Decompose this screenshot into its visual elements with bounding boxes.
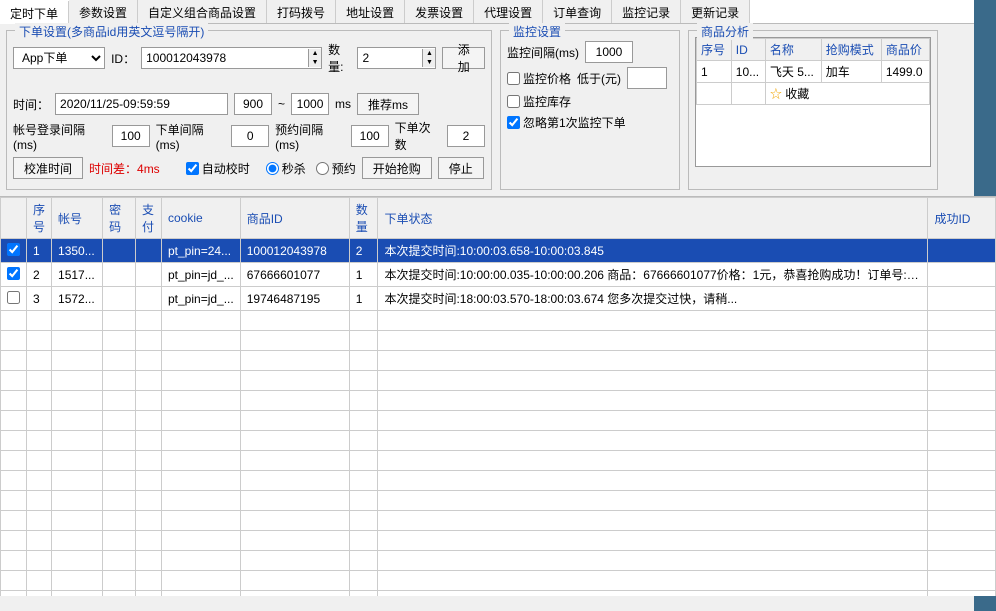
table-row-empty [1,551,996,571]
order-interval-label: 下单间隔(ms) [156,121,226,152]
grid-col-5[interactable]: cookie [162,198,241,239]
stop-button[interactable]: 停止 [438,157,484,179]
tab-7[interactable]: 订单查询 [543,0,612,23]
qty-down[interactable]: ▼ [423,58,435,67]
parser-fav-row[interactable]: ☆ 收藏 [697,83,930,105]
seckill-radio[interactable] [266,162,279,175]
table-row-empty [1,571,996,591]
suggest-ms-button[interactable]: 推荐ms [357,93,419,115]
calibrate-button[interactable]: 校准时间 [13,157,83,179]
order-interval-input[interactable] [231,125,269,147]
tab-8[interactable]: 监控记录 [612,0,681,23]
id-label: ID： [111,50,135,67]
time-input[interactable] [55,93,228,115]
grid-col-1[interactable]: 序号 [27,198,52,239]
tab-4[interactable]: 地址设置 [336,0,405,23]
row-checkbox[interactable] [7,291,20,304]
grid-col-3[interactable]: 密码 [103,198,136,239]
login-interval-input[interactable] [112,125,150,147]
ms2-input[interactable] [291,93,329,115]
grid-col-8[interactable]: 下单状态 [378,198,928,239]
tab-5[interactable]: 发票设置 [405,0,474,23]
order-count-input[interactable] [447,125,485,147]
grid-col-9[interactable]: 成功ID [928,198,996,239]
ignore-first-checkbox[interactable] [507,116,520,129]
table-row[interactable]: 21517...pt_pin=jd_...676666010771本次提交时间:… [1,263,996,287]
parser-row[interactable]: 1 10... 飞天 5... 加车 1499.0 [697,61,930,83]
id-input[interactable] [142,49,308,67]
grid-col-7[interactable]: 数量 [349,198,378,239]
main-grid: 序号帐号密码支付cookie商品ID数量下单状态成功ID 11350...pt_… [0,196,996,596]
table-row-empty [1,531,996,551]
table-row-empty [1,511,996,531]
row-checkbox[interactable] [7,243,20,256]
table-row[interactable]: 11350...pt_pin=24...1000120439782本次提交时间:… [1,239,996,263]
grid-col-2[interactable]: 帐号 [52,198,103,239]
table-row-empty [1,391,996,411]
timediff-label: 时间差：4ms [89,160,160,177]
qty-up[interactable]: ▲ [423,49,435,58]
grid-col-0[interactable] [1,198,27,239]
table-row-empty [1,311,996,331]
table-row-empty [1,351,996,371]
table-row-empty [1,451,996,471]
parser-panel-title: 商品分析 [697,23,753,40]
monitor-stock-checkbox[interactable] [507,95,520,108]
table-row-empty [1,591,996,597]
grid-col-4[interactable]: 支付 [135,198,161,239]
monitor-interval-input[interactable] [585,41,633,63]
mode-select[interactable]: App下单 [13,47,105,69]
grid-header-row: 序号帐号密码支付cookie商品ID数量下单状态成功ID [1,198,996,239]
below-label: 低于(元) [577,70,621,87]
time-label: 时间： [13,96,49,113]
auto-calibrate-checkbox[interactable] [186,162,199,175]
order-settings-panel: 下单设置(多商品id用英文逗号隔开) App下单 ID： ▲▼ 数量: ▲▼ 添… [6,30,492,190]
table-row-empty [1,431,996,451]
tab-6[interactable]: 代理设置 [474,0,543,23]
parser-header-row: 序号 ID 名称 抢购模式 商品价 [697,39,930,61]
reserve-interval-label: 预约间隔(ms) [275,121,345,152]
tab-2[interactable]: 自定义组合商品设置 [138,0,267,23]
tab-9[interactable]: 更新记录 [681,0,750,23]
table-row-empty [1,411,996,431]
below-input[interactable] [627,67,667,89]
monitor-interval-label: 监控间隔(ms) [507,44,579,61]
table-row-empty [1,491,996,511]
parser-panel: 商品分析 序号 ID 名称 抢购模式 商品价 1 10... 飞天 5... 加… [688,30,938,190]
tab-3[interactable]: 打码拨号 [267,0,336,23]
star-icon: ☆ [770,87,782,101]
grid-col-6[interactable]: 商品ID [240,198,349,239]
table-row-empty [1,471,996,491]
qty-label: 数量: [328,41,351,75]
monitor-price-checkbox[interactable] [507,72,520,85]
main-tabs: 定时下单参数设置自定义组合商品设置打码拨号地址设置发票设置代理设置订单查询监控记… [0,0,996,24]
reserve-interval-input[interactable] [351,125,389,147]
tab-1[interactable]: 参数设置 [69,0,138,23]
monitor-panel-title: 监控设置 [509,23,565,40]
start-button[interactable]: 开始抢购 [362,157,432,179]
reserve-radio[interactable] [316,162,329,175]
qty-input[interactable] [358,49,422,67]
row-checkbox[interactable] [7,267,20,280]
ms-unit: ms [335,97,351,111]
tab-0[interactable]: 定时下单 [0,1,69,24]
ms1-input[interactable] [234,93,272,115]
order-count-label: 下单次数 [395,119,441,153]
table-row-empty [1,371,996,391]
table-row[interactable]: 31572...pt_pin=jd_...197464871951本次提交时间:… [1,287,996,311]
id-down[interactable]: ▼ [309,58,321,67]
id-up[interactable]: ▲ [309,49,321,58]
table-row-empty [1,331,996,351]
login-interval-label: 帐号登录间隔(ms) [13,121,106,152]
add-button[interactable]: 添加 [442,47,485,69]
order-panel-title: 下单设置(多商品id用英文逗号隔开) [15,23,208,40]
monitor-panel: 监控设置 监控间隔(ms) 监控价格 低于(元) 监控库存 忽略第1次监控下单 [500,30,680,190]
